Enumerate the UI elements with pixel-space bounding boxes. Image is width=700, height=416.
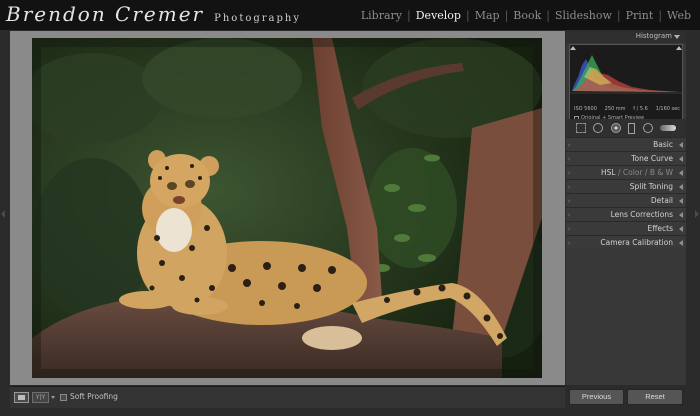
previous-button[interactable]: Previous bbox=[569, 389, 624, 405]
focal-length-value: 250 mm bbox=[604, 106, 626, 112]
expand-triangle-icon bbox=[679, 226, 683, 232]
solo-triangle-icon bbox=[568, 199, 571, 203]
aperture-value: f / 5.6 bbox=[633, 106, 648, 112]
soft-proofing-label: Soft Proofing bbox=[70, 392, 118, 401]
panel-lens-corrections[interactable]: Lens Corrections bbox=[566, 207, 686, 221]
left-panel-toggle-icon[interactable] bbox=[1, 210, 5, 218]
solo-triangle-icon bbox=[568, 171, 571, 175]
hsl-separator: / bbox=[617, 168, 621, 177]
reset-button[interactable]: Reset bbox=[627, 389, 683, 405]
solo-triangle-icon bbox=[568, 185, 571, 189]
module-book[interactable]: Book bbox=[508, 9, 546, 22]
adjustment-brush-icon[interactable] bbox=[660, 125, 677, 131]
identity-plate: Brendon Cremer Photography bbox=[6, 2, 301, 28]
expand-triangle-icon bbox=[679, 170, 683, 176]
red-eye-icon[interactable] bbox=[610, 123, 621, 133]
tool-strip bbox=[566, 119, 686, 137]
panel-tone-curve[interactable]: Tone Curve bbox=[566, 151, 686, 165]
graduated-filter-icon[interactable] bbox=[628, 122, 636, 134]
panel-split-toning-label: Split Toning bbox=[629, 182, 673, 191]
solo-triangle-icon bbox=[568, 241, 571, 245]
panel-camera-calibration[interactable]: Camera Calibration bbox=[566, 235, 686, 249]
panel-split-toning[interactable]: Split Toning bbox=[566, 179, 686, 193]
develop-right-panel: Histogram ISO 5600 250 mm f / 5.6 1/160 … bbox=[566, 31, 686, 385]
leopard-photo[interactable] bbox=[32, 38, 542, 378]
module-slideshow[interactable]: Slideshow bbox=[550, 9, 617, 22]
histogram-graph[interactable]: ISO 5600 250 mm f / 5.6 1/160 sec Origin… bbox=[569, 44, 683, 121]
module-develop[interactable]: Develop bbox=[411, 9, 466, 22]
panel-tone-curve-label: Tone Curve bbox=[631, 154, 673, 163]
histogram-header[interactable]: Histogram bbox=[566, 31, 686, 43]
solo-triangle-icon bbox=[568, 227, 571, 231]
module-library[interactable]: Library bbox=[356, 9, 407, 22]
expand-triangle-icon bbox=[679, 156, 683, 162]
panel-detail-label: Detail bbox=[650, 196, 673, 205]
hsl-tab[interactable]: HSL bbox=[601, 168, 616, 177]
bottom-toolbar: Y|Y Soft Proofing bbox=[10, 386, 565, 408]
bw-tab[interactable]: B & W bbox=[650, 168, 673, 177]
panel-hsl-label: HSL / Color / B & W bbox=[601, 168, 673, 177]
chevron-down-icon[interactable] bbox=[51, 396, 55, 399]
panel-detail[interactable]: Detail bbox=[566, 193, 686, 207]
module-web[interactable]: Web bbox=[662, 9, 696, 22]
radial-filter-icon[interactable] bbox=[642, 123, 653, 133]
shutter-value: 1/160 sec bbox=[655, 106, 680, 112]
expand-triangle-icon bbox=[679, 184, 683, 190]
panel-hsl[interactable]: HSL / Color / B & W bbox=[566, 165, 686, 179]
module-picker: Library | Develop | Map | Book | Slidesh… bbox=[356, 9, 696, 22]
panel-effects-label: Effects bbox=[647, 224, 674, 233]
expand-triangle-icon bbox=[679, 198, 683, 204]
solo-triangle-icon bbox=[568, 157, 571, 161]
solo-triangle-icon bbox=[568, 213, 571, 217]
brand-subtitle: Photography bbox=[214, 13, 301, 24]
crop-overlay-icon[interactable] bbox=[575, 123, 586, 133]
histogram-title: Histogram bbox=[635, 32, 672, 40]
panel-effects[interactable]: Effects bbox=[566, 221, 686, 235]
color-tab[interactable]: Color bbox=[623, 168, 643, 177]
right-panel-toggle-icon[interactable] bbox=[695, 210, 699, 218]
module-print[interactable]: Print bbox=[621, 9, 659, 22]
panel-basic-label: Basic bbox=[653, 140, 673, 149]
expand-triangle-icon bbox=[679, 240, 683, 246]
brand-name: Brendon Cremer bbox=[6, 2, 205, 26]
collapse-triangle-icon[interactable] bbox=[674, 35, 680, 39]
spot-removal-icon[interactable] bbox=[593, 123, 604, 133]
exif-info: ISO 5600 250 mm f / 5.6 1/160 sec bbox=[574, 106, 680, 112]
leopard-photo-image bbox=[32, 38, 542, 378]
soft-proofing-checkbox[interactable] bbox=[60, 394, 67, 401]
loupe-view-icon[interactable] bbox=[14, 392, 29, 403]
expand-triangle-icon bbox=[679, 212, 683, 218]
panel-basic[interactable]: Basic bbox=[566, 137, 686, 151]
expand-triangle-icon bbox=[679, 142, 683, 148]
solo-triangle-icon bbox=[568, 143, 571, 147]
panel-lens-corrections-label: Lens Corrections bbox=[610, 210, 673, 219]
iso-value: ISO 5600 bbox=[574, 106, 597, 112]
hsl-separator: / bbox=[644, 168, 648, 177]
before-after-view-icon[interactable]: Y|Y bbox=[32, 392, 49, 403]
module-map[interactable]: Map bbox=[470, 9, 505, 22]
identity-bar: Brendon Cremer Photography Library | Dev… bbox=[0, 0, 700, 30]
panel-camera-calibration-label: Camera Calibration bbox=[600, 238, 673, 247]
